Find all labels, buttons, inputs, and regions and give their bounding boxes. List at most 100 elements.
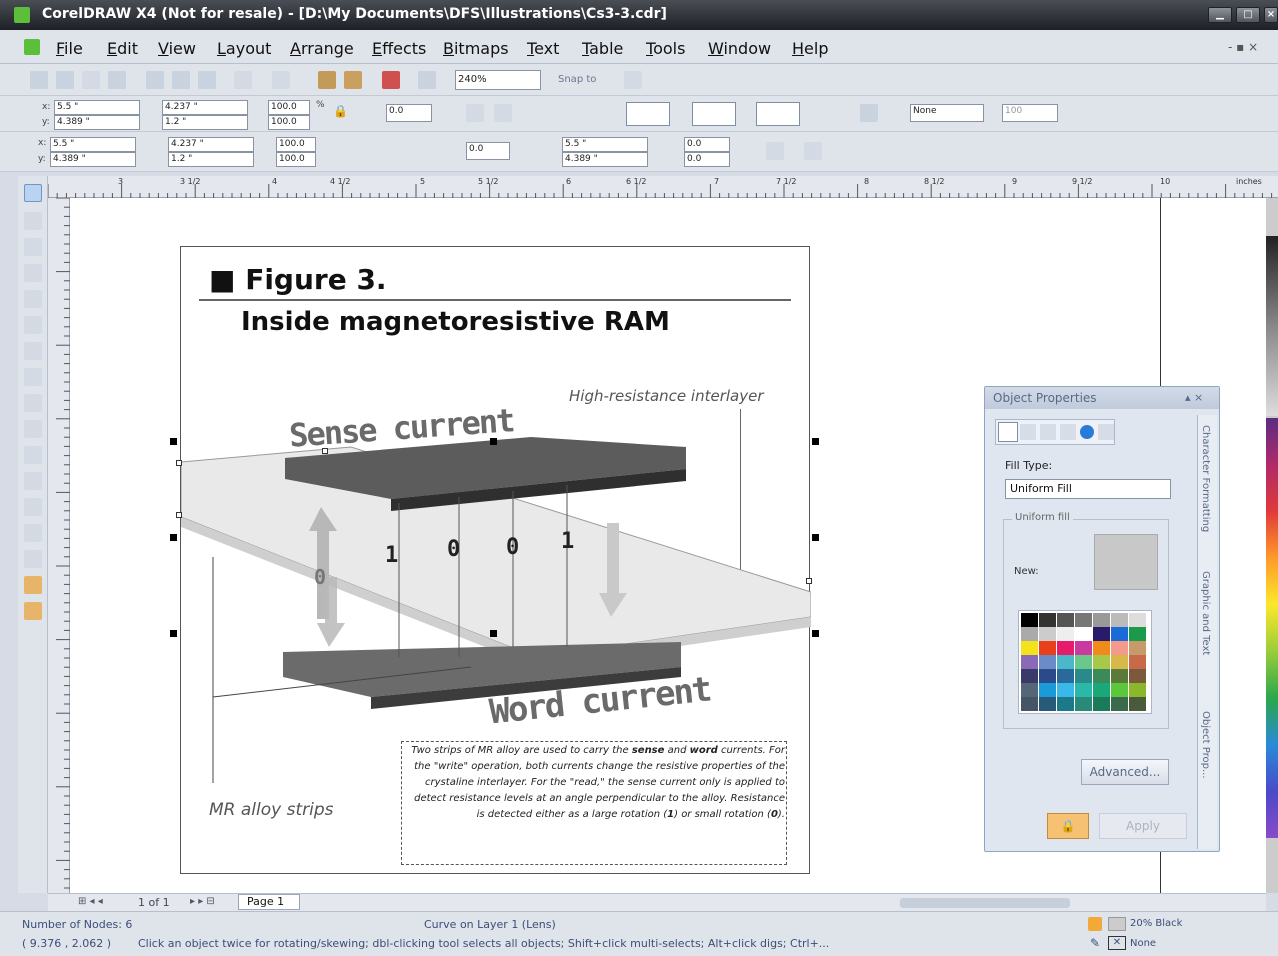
outline-pen-icon[interactable]: ✎ <box>1090 936 1100 950</box>
color-swatch-grid[interactable] <box>1018 610 1152 714</box>
color-swatch[interactable] <box>1039 655 1056 669</box>
lock-ratio-icon[interactable]: 🔒 <box>333 104 348 118</box>
color-swatch[interactable] <box>1057 655 1074 669</box>
crop-tool-icon[interactable] <box>24 238 42 256</box>
style-swatch-2[interactable] <box>692 102 736 126</box>
color-swatch[interactable] <box>1075 641 1092 655</box>
color-swatch[interactable] <box>1129 613 1146 627</box>
maximize-button[interactable]: □ <box>1236 7 1260 23</box>
x-position-field[interactable]: 5.5 " <box>54 100 140 115</box>
summary-tab-icon[interactable] <box>1060 424 1076 440</box>
color-swatch[interactable] <box>1021 641 1038 655</box>
selection-handle[interactable] <box>170 630 177 637</box>
palette-grays[interactable] <box>1266 236 1278 416</box>
color-swatch[interactable] <box>1021 697 1038 711</box>
rectangle-tool-icon[interactable] <box>24 342 42 360</box>
mirror-vertical-icon[interactable] <box>494 104 512 122</box>
dimension-tool-icon[interactable] <box>24 498 42 516</box>
color-swatch[interactable] <box>1057 697 1074 711</box>
color-swatch[interactable] <box>1039 683 1056 697</box>
color-swatch[interactable] <box>1129 641 1146 655</box>
fill-indicator-icon[interactable] <box>1088 917 1102 931</box>
curve-node[interactable] <box>806 578 812 584</box>
selection-handle[interactable] <box>812 534 819 541</box>
color-swatch[interactable] <box>1075 655 1092 669</box>
width-field[interactable]: 4.237 " <box>162 100 248 115</box>
ellipse-tool-icon[interactable] <box>24 368 42 386</box>
style-swatch-3[interactable] <box>756 102 800 126</box>
color-swatch[interactable] <box>1021 655 1038 669</box>
mr-alloy-strips-label[interactable]: MR alloy strips <box>209 800 334 820</box>
menu-layout[interactable]: Layout <box>217 39 271 58</box>
docker-title[interactable]: Object Properties <box>985 387 1219 409</box>
skew-x-field[interactable]: 0.0 <box>684 137 730 152</box>
basic-shapes-tool-icon[interactable] <box>24 420 42 438</box>
fill-tool-icon[interactable] <box>24 576 42 594</box>
transform-x-field[interactable]: 5.5 " <box>50 137 136 152</box>
page-tab[interactable]: Page 1 <box>238 894 300 910</box>
caption-text[interactable]: Two strips of MR alloy are used to carry… <box>405 743 785 823</box>
shape-tool-icon[interactable] <box>24 212 42 230</box>
internet-tab-icon[interactable] <box>1080 425 1094 439</box>
print-icon[interactable] <box>108 71 126 89</box>
save-icon[interactable] <box>82 71 100 89</box>
copy-icon[interactable] <box>172 71 190 89</box>
selection-handle[interactable] <box>812 438 819 445</box>
transform-height-field[interactable]: 1.2 " <box>168 152 254 167</box>
color-swatch[interactable] <box>1093 655 1110 669</box>
color-swatch[interactable] <box>1039 697 1056 711</box>
palette-colors[interactable] <box>1266 418 1278 838</box>
color-swatch[interactable] <box>1111 613 1128 627</box>
color-swatch[interactable] <box>1021 613 1038 627</box>
color-swatch[interactable] <box>1093 613 1110 627</box>
transform-scale-y-field[interactable]: 100.0 <box>276 152 316 167</box>
center-y-field[interactable]: 4.389 " <box>562 152 648 167</box>
color-swatch[interactable] <box>1129 655 1146 669</box>
transform-y-field[interactable]: 4.389 " <box>50 152 136 167</box>
transform-scale-x-field[interactable]: 100.0 <box>276 137 316 152</box>
menu-table[interactable]: Table <box>582 39 623 58</box>
snap-to-dropdown[interactable]: Snap to <box>558 74 596 85</box>
smart-fill-tool-icon[interactable] <box>24 316 42 334</box>
color-swatch[interactable] <box>1129 697 1146 711</box>
freehand-tool-icon[interactable] <box>24 290 42 308</box>
color-swatch[interactable] <box>1057 683 1074 697</box>
options-icon[interactable] <box>624 71 642 89</box>
center-x-field[interactable]: 5.5 " <box>562 137 648 152</box>
transform-width-field[interactable]: 4.237 " <box>168 137 254 152</box>
zoom-tool-icon[interactable] <box>24 264 42 282</box>
pick-tool-icon[interactable] <box>24 184 42 202</box>
color-swatch[interactable] <box>1075 697 1092 711</box>
skew-y-field[interactable]: 0.0 <box>684 152 730 167</box>
relative-to-object-icon[interactable] <box>804 142 822 160</box>
color-swatch[interactable] <box>1093 641 1110 655</box>
menu-view[interactable]: View <box>158 39 196 58</box>
doc-restore-icon[interactable]: - ▪ × <box>1228 40 1258 54</box>
transform-angle-field[interactable]: 0.0 <box>466 142 510 160</box>
curve-node[interactable] <box>176 460 182 466</box>
polygon-tool-icon[interactable] <box>24 394 42 412</box>
paste-icon[interactable] <box>198 71 216 89</box>
menu-window[interactable]: Window <box>708 39 771 58</box>
color-swatch[interactable] <box>1093 683 1110 697</box>
document-page[interactable]: ■ Figure 3. Inside magnetoresistive RAM … <box>180 246 811 874</box>
curve-tab-icon[interactable] <box>1098 424 1114 440</box>
outline-tool-icon[interactable] <box>24 550 42 568</box>
height-field[interactable]: 1.2 " <box>162 115 248 130</box>
table-tool-icon[interactable] <box>24 472 42 490</box>
zoom-select[interactable]: 240% <box>455 70 541 90</box>
selection-handle[interactable] <box>490 438 497 445</box>
style-swatch-1[interactable] <box>626 102 670 126</box>
tab-object-properties[interactable]: Object Prop... <box>1200 711 1211 821</box>
color-palette[interactable] <box>1266 198 1278 893</box>
color-swatch[interactable] <box>1057 613 1074 627</box>
color-swatch[interactable] <box>1111 627 1128 641</box>
color-swatch[interactable] <box>1111 641 1128 655</box>
menu-edit[interactable]: Edit <box>107 39 138 58</box>
document-icon[interactable] <box>24 39 40 55</box>
color-swatch[interactable] <box>1129 669 1146 683</box>
color-swatch[interactable] <box>1111 697 1128 711</box>
apply-to-duplicate-icon[interactable] <box>766 142 784 160</box>
open-icon[interactable] <box>56 71 74 89</box>
cut-icon[interactable] <box>146 71 164 89</box>
